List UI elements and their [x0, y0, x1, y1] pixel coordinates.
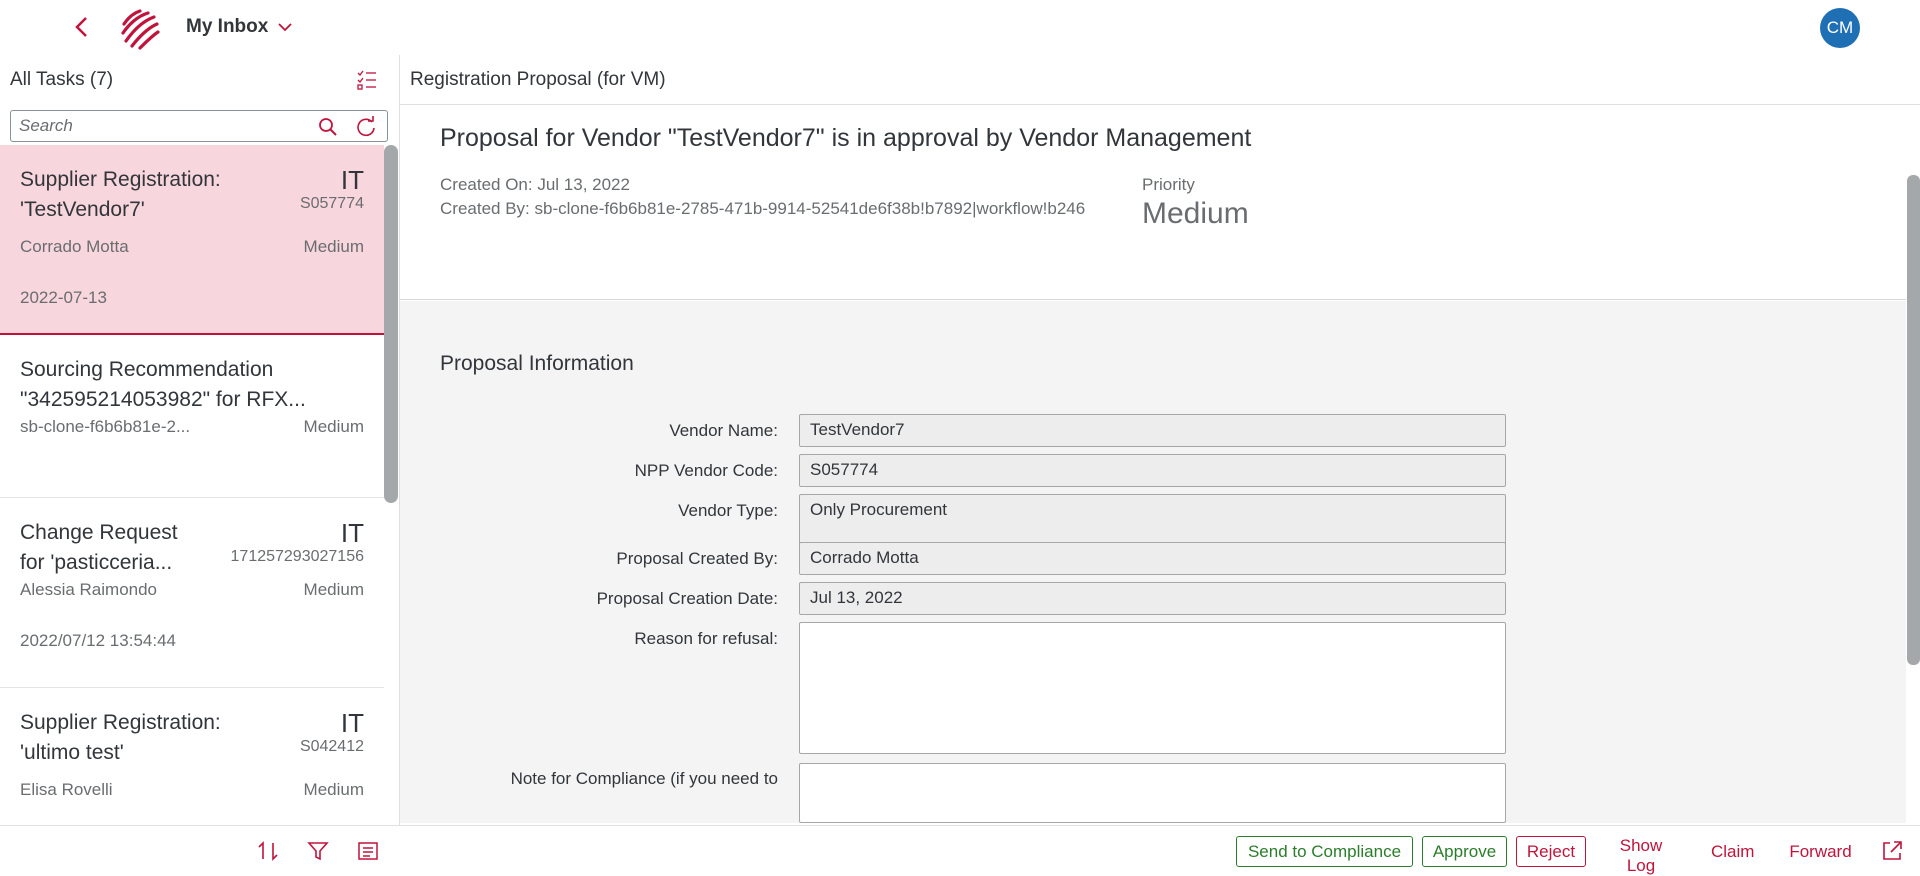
group-icon[interactable]: [356, 839, 380, 863]
list-item-title: Supplier Registration: 'TestVendor7': [20, 168, 221, 221]
object-title: Proposal for Vendor "TestVendor7" is in …: [440, 124, 1252, 152]
list-item-unit: 171257293027156: [230, 548, 364, 565]
list-item-date: 2022-07-13: [20, 288, 107, 307]
list-item-number: IT: [340, 518, 364, 548]
approve-button[interactable]: Approve: [1422, 836, 1507, 867]
multi-select-icon[interactable]: [356, 69, 378, 91]
priority-label: Priority: [1142, 175, 1195, 194]
list-item-title: Sourcing Recommendation "342595214053982…: [20, 358, 306, 411]
master-footer: [0, 825, 400, 875]
detail-pane: Registration Proposal (for VM) Proposal …: [400, 55, 1920, 875]
detail-scrollbar[interactable]: [1907, 175, 1920, 665]
back-button[interactable]: [72, 14, 92, 40]
list-item-number: IT: [340, 708, 364, 738]
company-logo: [121, 9, 160, 50]
list-item-status: Medium: [303, 580, 364, 599]
list-item-unit: S057774: [299, 195, 364, 212]
list-item-number: IT: [340, 165, 364, 195]
list-scrollbar[interactable]: [384, 145, 398, 503]
proposal-created-by-field[interactable]: Corrado Motta: [799, 542, 1506, 575]
list-item[interactable]: Change Request for 'pasticceria... IT 17…: [0, 498, 384, 688]
master-pane: All Tasks (7) Supplier Registration: 'Te…: [0, 55, 400, 875]
npp-vendor-code-field[interactable]: S057774: [799, 454, 1506, 487]
list-item-unit: S042412: [299, 738, 364, 755]
created-on: Created On: Jul 13, 2022: [440, 175, 630, 194]
list-item-date: 2022/07/12 13:54:44: [20, 631, 176, 650]
vendor-name-field[interactable]: TestVendor7: [799, 414, 1506, 447]
chevron-left-icon: [75, 17, 87, 37]
detail-footer: Send to Compliance Approve Reject Show L…: [400, 825, 1920, 875]
section-title: Proposal Information: [440, 352, 634, 375]
detail-header: Registration Proposal (for VM): [400, 55, 1920, 105]
proposal-creation-date-field[interactable]: Jul 13, 2022: [799, 582, 1506, 615]
list-item[interactable]: Supplier Registration: 'TestVendor7' IT …: [0, 145, 384, 335]
share-icon[interactable]: [1880, 839, 1904, 863]
detail-title: Registration Proposal (for VM): [410, 69, 666, 90]
note-for-compliance-label: Note for Compliance (if you need to: [510, 769, 778, 788]
app-title[interactable]: My Inbox: [186, 16, 268, 38]
list-item-attribute: Alessia Raimondo: [20, 580, 158, 599]
reason-for-refusal-label: Reason for refusal:: [634, 629, 778, 648]
list-item-attribute: Corrado Motta: [20, 237, 129, 256]
note-for-compliance-textarea[interactable]: [799, 763, 1506, 823]
chevron-down-icon[interactable]: [276, 18, 294, 36]
list-item-attribute: Elisa Rovelli: [20, 780, 113, 799]
list-item[interactable]: Sourcing Recommendation "342595214053982…: [0, 335, 384, 498]
sort-icon[interactable]: [256, 839, 280, 863]
send-to-compliance-button[interactable]: Send to Compliance: [1236, 836, 1413, 867]
reason-for-refusal-textarea[interactable]: [799, 622, 1506, 754]
created-by: Created By: sb-clone-f6b6b81e-2785-471b-…: [440, 199, 1086, 218]
claim-button[interactable]: Claim: [1702, 836, 1762, 867]
list-item-attribute: sb-clone-f6b6b81e-2...: [20, 417, 191, 436]
vendor-type-label: Vendor Type:: [678, 501, 778, 520]
proposal-form: Proposal Information Vendor Name: TestVe…: [400, 301, 1906, 823]
forward-button[interactable]: Forward: [1778, 836, 1863, 867]
npp-vendor-code-label: NPP Vendor Code:: [634, 461, 778, 480]
list-item-title: Supplier Registration: 'ultimo test': [20, 711, 221, 764]
vendor-name-label: Vendor Name:: [669, 421, 778, 440]
search-field: [10, 110, 388, 142]
proposal-created-by-label: Proposal Created By:: [616, 549, 778, 568]
search-icon[interactable]: [317, 116, 339, 138]
list-item-title: Change Request for 'pasticceria...: [20, 521, 178, 574]
reject-button[interactable]: Reject: [1516, 836, 1586, 867]
priority-value: Medium: [1142, 197, 1249, 230]
master-header: All Tasks (7): [0, 55, 400, 105]
proposal-creation-date-label: Proposal Creation Date:: [596, 589, 778, 608]
object-header: Proposal for Vendor "TestVendor7" is in …: [400, 105, 1906, 300]
list-item-status: Medium: [303, 417, 364, 436]
shell-bar: My Inbox CM: [0, 0, 1920, 55]
list-item-status: Medium: [303, 780, 364, 799]
search-input[interactable]: [19, 115, 309, 137]
task-list: Supplier Registration: 'TestVendor7' IT …: [0, 145, 384, 825]
refresh-icon[interactable]: [355, 116, 377, 138]
show-log-button[interactable]: Show Log: [1596, 836, 1686, 875]
master-title: All Tasks (7): [10, 69, 114, 90]
list-item-status: Medium: [303, 237, 364, 256]
filter-icon[interactable]: [306, 839, 330, 863]
avatar[interactable]: CM: [1820, 8, 1860, 48]
list-item[interactable]: Supplier Registration: 'ultimo test' IT …: [0, 688, 384, 825]
